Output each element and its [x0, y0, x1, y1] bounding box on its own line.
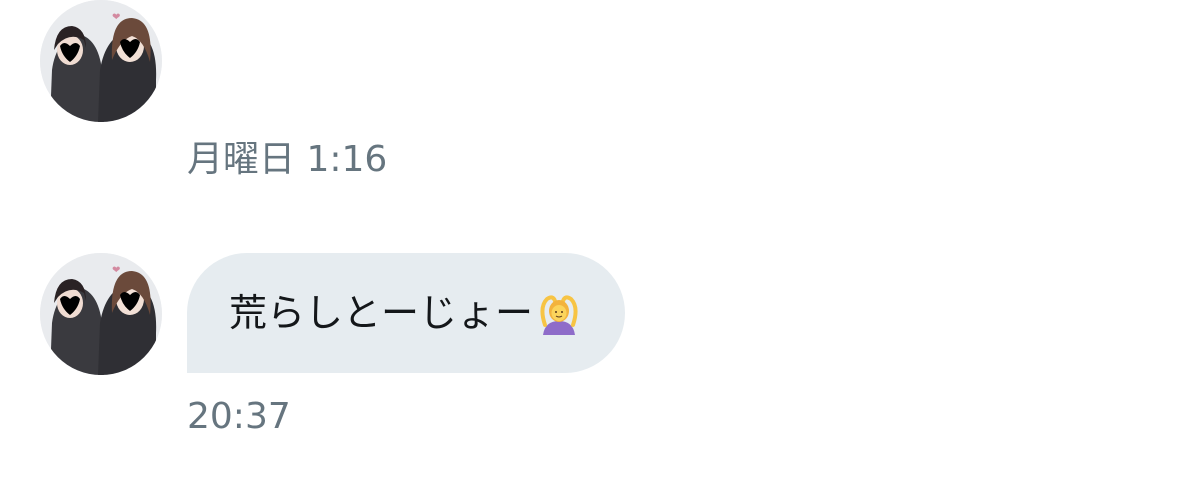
message-text: 荒らしとーじょー [229, 291, 534, 335]
profile-photo-icon: ❤ [40, 0, 162, 122]
sender-avatar[interactable]: ❤ [40, 253, 162, 375]
dm-thread: ❤ 月曜日 1:16 ❤ 荒らしとーじょー 20:37 [0, 0, 1200, 500]
profile-photo-icon: ❤ [40, 253, 162, 375]
message-timestamp: 20:37 [187, 396, 291, 437]
svg-text:❤: ❤ [112, 12, 120, 23]
message-timestamp: 月曜日 1:16 [187, 139, 388, 180]
person-gesturing-ok-icon [540, 295, 578, 335]
svg-text:❤: ❤ [112, 265, 120, 276]
message-bubble[interactable]: 荒らしとーじょー [187, 253, 626, 373]
sender-avatar[interactable]: ❤ [40, 0, 162, 122]
